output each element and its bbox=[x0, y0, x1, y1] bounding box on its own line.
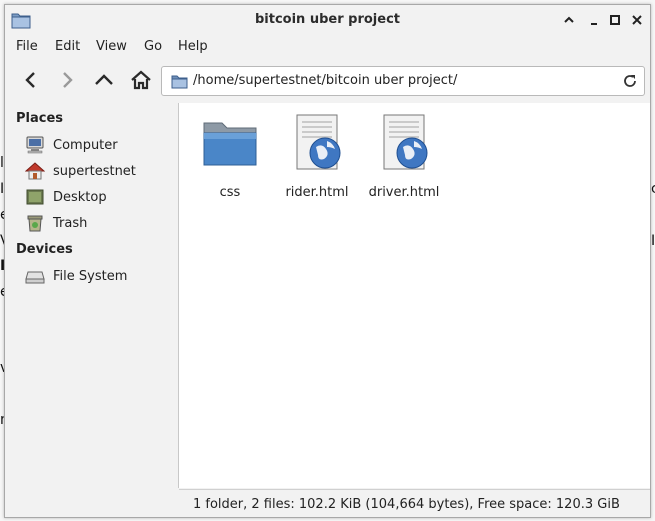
sidebar-item-desktop[interactable]: Desktop bbox=[25, 186, 175, 208]
title-bar[interactable]: bitcoin uber project bbox=[5, 5, 650, 35]
reload-icon[interactable] bbox=[622, 73, 638, 89]
sidebar-item-supertestnet[interactable]: supertestnet bbox=[25, 160, 175, 182]
close-button[interactable] bbox=[630, 13, 644, 27]
places-heading: Places bbox=[16, 111, 64, 126]
sidebar-item-file-system[interactable]: File System bbox=[25, 265, 175, 287]
close-icon bbox=[632, 15, 642, 25]
status-text: 1 folder, 2 files: 102.2 KiB (104,664 by… bbox=[193, 497, 620, 512]
location-bar[interactable]: /home/supertestnet/bitcoin uber project/ bbox=[161, 66, 645, 96]
file-name: css bbox=[219, 185, 241, 200]
chevron-up-icon bbox=[564, 16, 574, 23]
menu-file[interactable]: File bbox=[16, 39, 38, 54]
sidebar-item-label: supertestnet bbox=[53, 163, 136, 179]
drive-icon bbox=[25, 266, 45, 286]
file-manager-window: bitcoin uber project File Edit View Go H… bbox=[4, 4, 651, 518]
back-button[interactable] bbox=[17, 67, 45, 93]
back-arrow-icon bbox=[25, 72, 35, 88]
maximize-icon bbox=[610, 15, 620, 25]
sidebar-item-label: File System bbox=[53, 268, 128, 284]
file-view[interactable]: css rider.html driver.html bbox=[179, 103, 650, 488]
forward-button[interactable] bbox=[53, 67, 81, 93]
background-window-fragment: I bbox=[651, 233, 655, 249]
folder-icon bbox=[203, 122, 257, 166]
window-title: bitcoin uber project bbox=[254, 12, 400, 27]
home-icon bbox=[25, 161, 45, 181]
maximize-button[interactable] bbox=[608, 13, 622, 27]
home-button[interactable] bbox=[127, 67, 155, 93]
menu-go[interactable]: Go bbox=[144, 39, 162, 54]
file-item-css[interactable]: css bbox=[187, 113, 273, 200]
file-item-rider-html[interactable]: rider.html bbox=[274, 113, 360, 200]
menu-view[interactable]: View bbox=[96, 39, 127, 54]
minimize-icon bbox=[591, 23, 597, 25]
sidebar: Places Computer supertestnet Desktop Tra… bbox=[5, 103, 178, 515]
sidebar-item-label: Trash bbox=[53, 215, 88, 231]
toolbar: /home/supertestnet/bitcoin uber project/ bbox=[5, 61, 650, 101]
sidebar-item-label: Desktop bbox=[53, 189, 107, 205]
file-item-driver-html[interactable]: driver.html bbox=[361, 113, 447, 200]
sidebar-item-computer[interactable]: Computer bbox=[25, 134, 175, 156]
folder-icon bbox=[171, 75, 188, 89]
html-document-icon bbox=[383, 114, 428, 170]
home-icon bbox=[131, 70, 151, 90]
sidebar-item-trash[interactable]: Trash bbox=[25, 212, 175, 234]
minimize-button[interactable] bbox=[587, 13, 601, 27]
menu-edit[interactable]: Edit bbox=[55, 39, 80, 54]
location-path[interactable]: /home/supertestnet/bitcoin uber project/ bbox=[193, 73, 457, 88]
file-name: rider.html bbox=[285, 185, 349, 200]
background-window-fragment: c bbox=[651, 181, 655, 197]
trash-icon bbox=[25, 213, 45, 233]
computer-icon bbox=[25, 135, 45, 155]
up-button[interactable] bbox=[90, 67, 118, 93]
shade-button[interactable] bbox=[562, 13, 576, 27]
menu-help[interactable]: Help bbox=[178, 39, 208, 54]
up-arrow-icon bbox=[95, 74, 113, 85]
devices-heading: Devices bbox=[16, 242, 73, 257]
desktop-icon bbox=[25, 187, 45, 207]
forward-arrow-icon bbox=[63, 72, 73, 88]
file-name: driver.html bbox=[368, 185, 440, 200]
sidebar-item-label: Computer bbox=[53, 137, 118, 153]
html-document-icon bbox=[296, 114, 341, 170]
menu-bar: File Edit View Go Help bbox=[5, 35, 650, 59]
status-bar: 1 folder, 2 files: 102.2 KiB (104,664 by… bbox=[179, 489, 650, 517]
